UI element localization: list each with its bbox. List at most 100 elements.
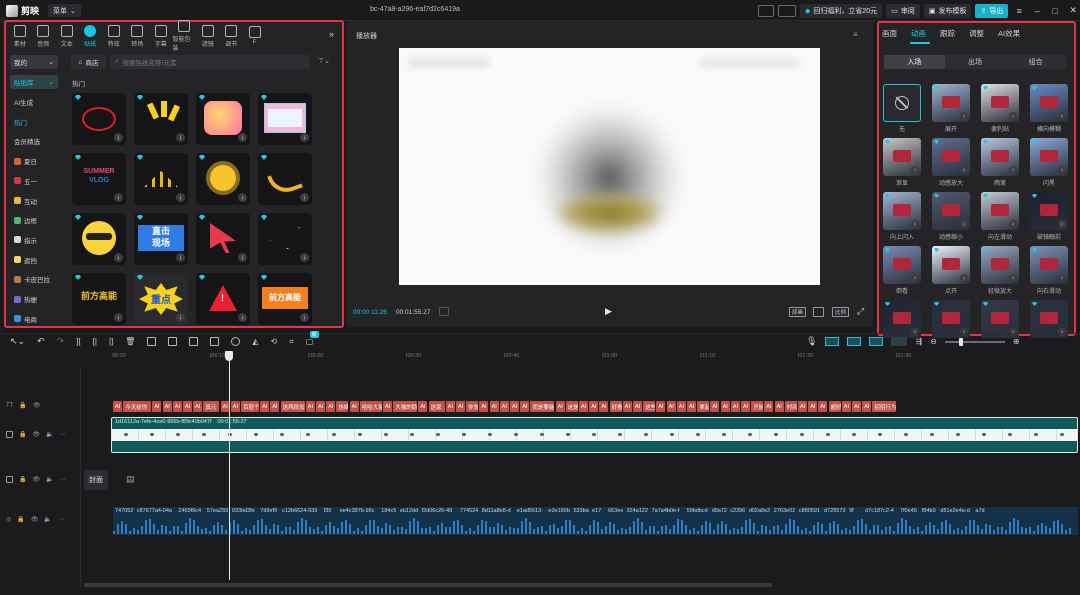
animation-preset[interactable]: ↓ — [932, 246, 970, 284]
animation-preset[interactable]: ↓ — [932, 84, 970, 122]
playhead[interactable] — [229, 351, 230, 580]
split-icon[interactable]: ][ — [76, 337, 80, 346]
download-icon[interactable]: ↓ — [238, 193, 247, 202]
text-clip[interactable]: AI — [260, 401, 270, 412]
eye-icon[interactable]: 👁 — [31, 516, 39, 523]
text-clip[interactable]: AI — [599, 401, 609, 412]
sidebar-item[interactable]: 互动 — [10, 193, 60, 209]
play-icon[interactable]: ▶ — [605, 306, 612, 317]
tool-tab[interactable]: 智能包装 — [173, 20, 197, 52]
align-icon[interactable]: ⇶ — [915, 337, 922, 346]
download-icon[interactable]: ↓ — [960, 274, 968, 282]
text-clip[interactable]: AI — [270, 401, 280, 412]
text-clip[interactable]: AI — [622, 401, 632, 412]
segment-1[interactable]: 出场 — [945, 55, 1006, 69]
sidebar-item[interactable]: 热梗 — [10, 291, 60, 307]
animation-preset[interactable]: ↓ — [932, 192, 970, 230]
download-icon[interactable]: ↓ — [1058, 220, 1066, 228]
download-icon[interactable]: ↓ — [960, 220, 968, 228]
animation-preset[interactable]: ↓ — [883, 192, 921, 230]
sticker-item[interactable]: 前方高能 ↓ — [72, 273, 126, 325]
menu-lines-icon[interactable]: ≡ — [1012, 4, 1026, 18]
time-ruler[interactable]: 00:00 |00:10 |00:20 |00:30 |00:40 |01:00 |01:1… — [112, 352, 1078, 364]
text-clip[interactable]: AI — [764, 401, 774, 412]
text-clip[interactable]: AI — [113, 401, 122, 412]
lock-icon[interactable]: 🔒 — [19, 402, 26, 409]
download-icon[interactable]: ↓ — [911, 220, 919, 228]
text-clip[interactable]: AI — [383, 401, 392, 412]
text-clip[interactable]: AI — [798, 401, 807, 412]
animation-preset[interactable]: ↓ — [1030, 84, 1068, 122]
more-icon[interactable]: ⋯ — [60, 431, 66, 438]
zoom-slider-thumb[interactable] — [958, 337, 963, 346]
download-icon[interactable]: ↓ — [300, 253, 309, 262]
layout-icon[interactable] — [758, 4, 774, 17]
split-right-icon[interactable]: |] — [109, 337, 113, 346]
eye-icon[interactable]: 👁 — [32, 431, 40, 438]
text-clip[interactable]: 这家 — [428, 401, 445, 412]
tool-tab[interactable]: 特效 — [102, 24, 126, 48]
shield-icon[interactable] — [147, 337, 157, 346]
animation-preset[interactable]: ↓ — [883, 246, 921, 284]
animation-preset[interactable]: ↓ — [981, 138, 1019, 176]
sidebar-item[interactable]: 五一 — [10, 173, 60, 189]
rotate-icon[interactable]: ⟲ — [271, 337, 278, 346]
zoom-in-icon[interactable]: ⊕ — [1013, 337, 1020, 346]
eye-icon[interactable]: 👁 — [32, 476, 40, 483]
text-clip[interactable]: AI — [676, 401, 686, 412]
download-icon[interactable]: ↓ — [1058, 112, 1066, 120]
link-main-track-icon[interactable] — [825, 337, 840, 346]
focus-icon[interactable] — [813, 307, 824, 317]
microphone-icon[interactable]: 🎙 — [806, 336, 817, 347]
text-clip[interactable]: 开始 — [751, 401, 764, 412]
ratio-button[interactable]: 比例 — [832, 307, 850, 317]
segment-0[interactable]: 入场 — [884, 55, 945, 69]
download-icon[interactable]: ↓ — [114, 253, 123, 262]
text-clip[interactable]: 大咖的助 — [393, 401, 418, 412]
fullscreen-icon[interactable]: ⤢ — [857, 306, 864, 317]
text-clip[interactable]: 好看 — [609, 401, 622, 412]
text-clip[interactable]: AI — [418, 401, 428, 412]
tool-tab[interactable]: F — [243, 26, 267, 46]
text-clip[interactable]: AI — [349, 401, 359, 412]
text-clip[interactable]: AI — [666, 401, 676, 412]
grid-icon[interactable] — [439, 307, 449, 316]
tool-tab[interactable]: 文本 — [55, 24, 79, 48]
sidebar-item[interactable]: 电商 — [10, 311, 60, 327]
download-icon[interactable]: ↓ — [300, 313, 309, 322]
download-icon[interactable]: ↓ — [1058, 166, 1066, 174]
select-cursor-icon[interactable]: ↖⌄ — [10, 336, 25, 347]
redo-icon[interactable]: ↷ — [57, 336, 65, 347]
text-clip[interactable]: AI — [445, 401, 455, 412]
text-clip[interactable]: AI — [555, 401, 565, 412]
animation-preset[interactable]: ↓ — [1030, 192, 1068, 230]
text-clip[interactable]: 这两段加 — [280, 401, 305, 412]
text-clip[interactable]: AI — [230, 401, 240, 412]
horizontal-scrollbar[interactable] — [84, 583, 772, 587]
text-clip[interactable]: AI — [316, 401, 325, 412]
text-clip[interactable]: AI — [818, 401, 828, 412]
download-icon[interactable]: ↓ — [114, 193, 123, 202]
text-clip[interactable]: 百层个 — [241, 401, 259, 412]
zoom-out-icon[interactable]: ⊖ — [930, 337, 937, 346]
text-clip[interactable]: 招招行为 — [872, 401, 897, 412]
crop-icon[interactable]: ⌗ — [289, 337, 294, 347]
sticker-item[interactable]: ↓ — [72, 93, 126, 145]
text-clip[interactable]: AI — [305, 401, 315, 412]
download-icon[interactable]: ↓ — [1058, 274, 1066, 282]
link-icon[interactable] — [869, 337, 884, 346]
text-clip[interactable]: 今天给你 — [123, 401, 152, 412]
lock-icon[interactable]: 🔒 — [19, 476, 26, 483]
text-clip[interactable]: AI — [720, 401, 730, 412]
text-clip[interactable]: AI — [456, 401, 465, 412]
text-clip[interactable]: 这是 — [565, 401, 578, 412]
download-icon[interactable]: ↓ — [176, 133, 185, 142]
download-icon[interactable]: ↓ — [911, 274, 919, 282]
sticker-item[interactable]: 直击 现场 ↓ — [134, 213, 188, 265]
undo-icon[interactable]: ↶ — [37, 336, 45, 347]
text-clip[interactable]: 时间 — [784, 401, 797, 412]
lock-icon[interactable]: 🔒 — [17, 516, 24, 523]
sidebar-item[interactable]: 指示 — [10, 232, 60, 248]
sticker-item[interactable]: ↓ — [258, 93, 312, 145]
video-preview[interactable] — [399, 48, 820, 285]
